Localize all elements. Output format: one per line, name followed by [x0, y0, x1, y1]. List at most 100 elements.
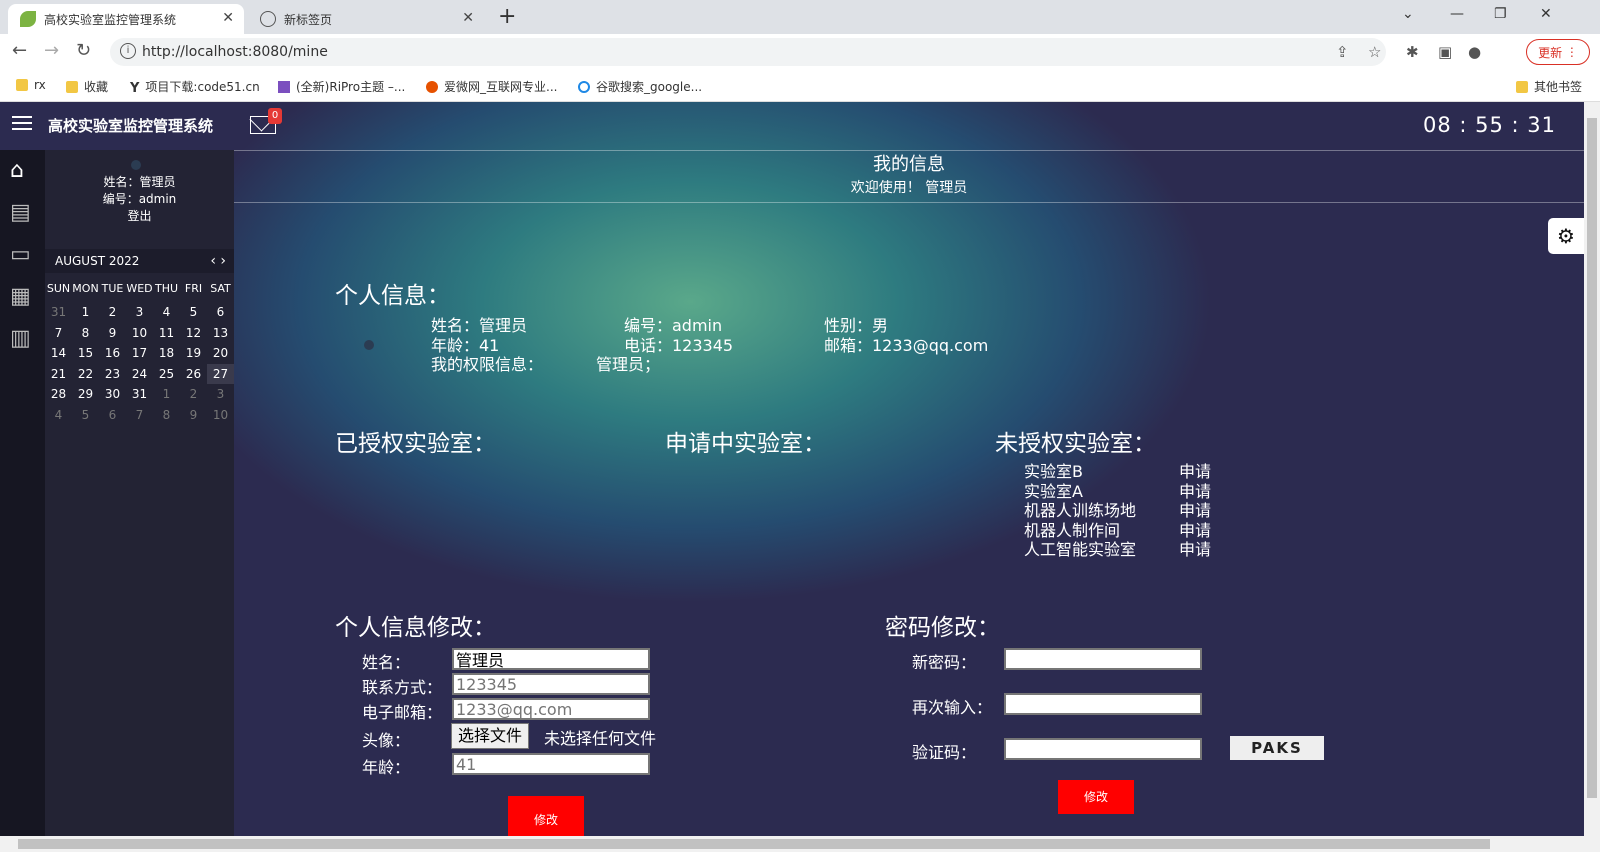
calendar-day[interactable]: 23	[99, 364, 126, 385]
gear-icon[interactable]: ⚙	[1548, 218, 1584, 254]
home-icon[interactable]: ⌂	[10, 158, 34, 183]
apply-link[interactable]: 申请	[1179, 521, 1211, 541]
calendar-day[interactable]: 10	[207, 405, 234, 426]
repeat-password-input[interactable]	[1004, 693, 1202, 715]
extensions-icon[interactable]: ✱	[1406, 43, 1419, 61]
calendar-day[interactable]: 21	[45, 364, 72, 385]
vertical-scroll-thumb[interactable]	[1587, 118, 1597, 798]
calendar-day[interactable]: 3	[207, 384, 234, 405]
star-icon[interactable]: ☆	[1368, 43, 1381, 61]
calendar-day[interactable]: 16	[99, 343, 126, 364]
restore-button[interactable]: ❐	[1494, 6, 1507, 22]
calendar-day[interactable]: 26	[180, 364, 207, 385]
new-password-input[interactable]	[1004, 648, 1202, 670]
minimize-button[interactable]: —	[1450, 6, 1464, 22]
url-bar[interactable]: i http://localhost:8080/mine	[110, 38, 1386, 66]
calendar-day[interactable]: 24	[126, 364, 153, 385]
calendar-day[interactable]: 9	[99, 323, 126, 344]
tab-inactive[interactable]: 新标签页 ✕	[248, 4, 484, 34]
profile-icon[interactable]: ●	[1468, 43, 1481, 61]
email-input[interactable]	[452, 698, 650, 720]
calendar-day[interactable]: 31	[45, 302, 72, 323]
logout-link[interactable]: 登出	[45, 208, 234, 225]
folder-icon[interactable]: ▭	[10, 242, 34, 267]
age-input[interactable]	[452, 753, 650, 775]
close-window-button[interactable]: ✕	[1540, 6, 1552, 22]
captcha-image[interactable]: PAKS	[1230, 736, 1324, 760]
new-tab-button[interactable]: +	[498, 4, 516, 29]
other-bookmarks[interactable]: 其他书签	[1516, 78, 1582, 95]
edit-info-submit-button[interactable]: 修改	[508, 796, 584, 836]
next-month-icon[interactable]: ›	[220, 253, 226, 269]
bookmark-item[interactable]: Y 项目下载:code51.cn	[130, 78, 260, 96]
apply-link[interactable]: 申请	[1179, 501, 1211, 521]
calendar-day[interactable]: 5	[180, 302, 207, 323]
apply-link[interactable]: 申请	[1179, 540, 1211, 560]
calendar-day[interactable]: 30	[99, 384, 126, 405]
tab-active[interactable]: 高校实验室监控管理系统 ✕	[8, 4, 244, 34]
reload-button[interactable]: ↻	[76, 40, 91, 61]
calendar-day[interactable]: 5	[72, 405, 99, 426]
prev-month-icon[interactable]: ‹	[210, 253, 216, 269]
choose-file-button[interactable]: 选择文件	[451, 723, 530, 749]
calendar-day[interactable]: 2	[180, 384, 207, 405]
calendar-day[interactable]: 1	[72, 302, 99, 323]
calendar-day[interactable]: 9	[180, 405, 207, 426]
password-submit-button[interactable]: 修改	[1058, 780, 1134, 814]
calendar-day[interactable]: 18	[153, 343, 180, 364]
chart-icon[interactable]: ▥	[10, 326, 34, 351]
horizontal-scroll-thumb[interactable]	[18, 839, 1490, 849]
bookmark-item[interactable]: 爱微网_互联网专业...	[426, 78, 557, 95]
calendar-day[interactable]: 7	[126, 405, 153, 426]
name-input[interactable]	[452, 648, 650, 670]
bookmark-item[interactable]: 收藏	[66, 78, 108, 95]
calendar-day[interactable]: 17	[126, 343, 153, 364]
forward-button[interactable]: →	[44, 40, 59, 61]
bookmark-item[interactable]: 谷歌搜索_google...	[578, 78, 702, 95]
calendar-day[interactable]: 6	[99, 405, 126, 426]
sidepanel-icon[interactable]: ▣	[1438, 43, 1452, 61]
bookmark-item[interactable]: (全新)RiPro主题 –...	[278, 78, 405, 95]
calendar-day[interactable]: 19	[180, 343, 207, 364]
calendar-day[interactable]: 8	[153, 405, 180, 426]
calendar-day[interactable]: 31	[126, 384, 153, 405]
calendar-day[interactable]: 10	[126, 323, 153, 344]
calendar-day[interactable]: 20	[207, 343, 234, 364]
calendar-day[interactable]: 1	[153, 384, 180, 405]
document-icon[interactable]: ▤	[10, 200, 34, 225]
calendar-day[interactable]: 29	[72, 384, 99, 405]
calendar-day[interactable]: 15	[72, 343, 99, 364]
calendar-week: 14 15 16 17 18 19 20	[45, 343, 234, 364]
bookmark-item[interactable]: rx	[16, 78, 46, 92]
update-button[interactable]: 更新 ⋮	[1526, 39, 1590, 65]
calendar-day[interactable]: 2	[99, 302, 126, 323]
weekday: SAT	[210, 282, 231, 295]
calendar-day[interactable]: 22	[72, 364, 99, 385]
calendar-day[interactable]: 3	[126, 302, 153, 323]
section-pending-labs: 申请中实验室：	[665, 431, 826, 457]
apply-link[interactable]: 申请	[1179, 482, 1211, 502]
calendar-day[interactable]: 8	[72, 323, 99, 344]
back-button[interactable]: ←	[12, 40, 27, 61]
close-icon[interactable]: ✕	[222, 10, 234, 26]
calendar-day[interactable]: 14	[45, 343, 72, 364]
calendar-day[interactable]: 27	[207, 363, 234, 384]
calendar-day[interactable]: 7	[45, 323, 72, 344]
calendar-day[interactable]: 28	[45, 384, 72, 405]
close-icon[interactable]: ✕	[462, 10, 474, 26]
calendar-day[interactable]: 11	[153, 323, 180, 344]
captcha-input[interactable]	[1004, 738, 1202, 760]
chevron-down-icon[interactable]: ⌄	[1402, 6, 1414, 22]
share-icon[interactable]: ⇪	[1336, 43, 1349, 61]
calendar-day[interactable]: 4	[153, 302, 180, 323]
menu-icon[interactable]	[12, 116, 32, 132]
calendar-day[interactable]: 25	[153, 364, 180, 385]
table-icon[interactable]: ▦	[10, 284, 34, 309]
phone-input[interactable]	[452, 673, 650, 695]
apply-link[interactable]: 申请	[1179, 462, 1211, 482]
calendar-day[interactable]: 6	[207, 302, 234, 323]
calendar-day[interactable]: 4	[45, 405, 72, 426]
calendar-day[interactable]: 13	[207, 323, 234, 344]
calendar-day[interactable]: 12	[180, 323, 207, 344]
info-icon[interactable]: i	[120, 43, 136, 59]
